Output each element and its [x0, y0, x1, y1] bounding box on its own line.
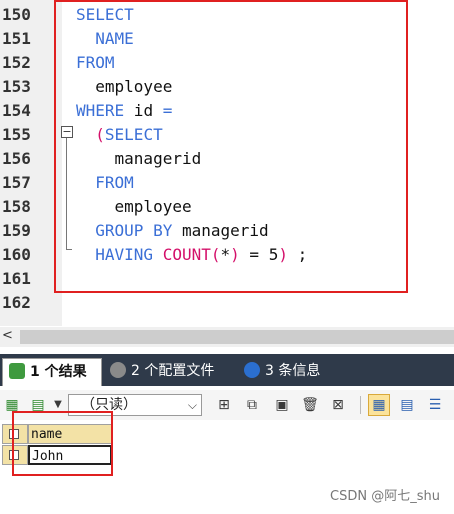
select-caret-icon: ⌵: [187, 398, 197, 412]
line-number: 160: [2, 245, 31, 264]
code-highlight-box: [54, 0, 408, 293]
line-number: 155: [2, 125, 31, 144]
line-number-gutter: 150 151 152 153 154 155 156 157 158 159 160 161 162: [0, 0, 62, 326]
sql-editor[interactable]: 150 151 152 153 154 155 156 157 158 159 160 161 162 …: [0, 0, 454, 326]
line-number: 158: [2, 197, 31, 216]
form-view-icon[interactable]: ▤: [396, 394, 418, 416]
line-number: 159: [2, 221, 31, 240]
text-view-icon[interactable]: ☰: [424, 394, 446, 416]
grid-view-icon[interactable]: ▦: [368, 394, 390, 416]
horizontal-scrollbar[interactable]: <: [0, 327, 454, 347]
scrollbar-thumb[interactable]: [20, 330, 454, 344]
discard-icon[interactable]: ⊠: [328, 395, 348, 415]
line-number: 152: [2, 53, 31, 72]
add-row-icon[interactable]: ⊞: [214, 395, 234, 415]
info-icon: [244, 362, 260, 378]
profile-icon: [110, 362, 126, 378]
delete-row-icon[interactable]: 🗑: [300, 395, 320, 415]
line-number: 161: [2, 269, 31, 288]
line-number: 156: [2, 149, 31, 168]
grid-highlight-box: [12, 411, 113, 476]
tab-results-label: 1 个结果: [30, 364, 87, 380]
line-number: 154: [2, 101, 31, 120]
tab-results[interactable]: 1 个结果: [2, 358, 102, 386]
tab-profiles[interactable]: 2 个配置文件: [104, 358, 232, 385]
duplicate-row-icon[interactable]: ⧉: [242, 395, 262, 415]
toolbar-divider: [360, 396, 361, 414]
line-number: 150: [2, 5, 31, 24]
tab-messages-label: 3 条信息: [265, 363, 321, 379]
results-tab-bar: 1 个结果 2 个配置文件 3 条信息: [0, 354, 454, 386]
table-result-icon: [9, 363, 25, 379]
line-number: 162: [2, 293, 31, 312]
watermark: CSDN @阿七_shu: [330, 489, 440, 504]
line-number: 151: [2, 29, 31, 48]
tab-messages[interactable]: 3 条信息: [238, 358, 334, 385]
line-number: 153: [2, 77, 31, 96]
save-icon[interactable]: ▣: [272, 395, 292, 415]
line-number: 157: [2, 173, 31, 192]
scroll-left-icon[interactable]: <: [2, 328, 13, 343]
tab-profiles-label: 2 个配置文件: [131, 363, 215, 379]
